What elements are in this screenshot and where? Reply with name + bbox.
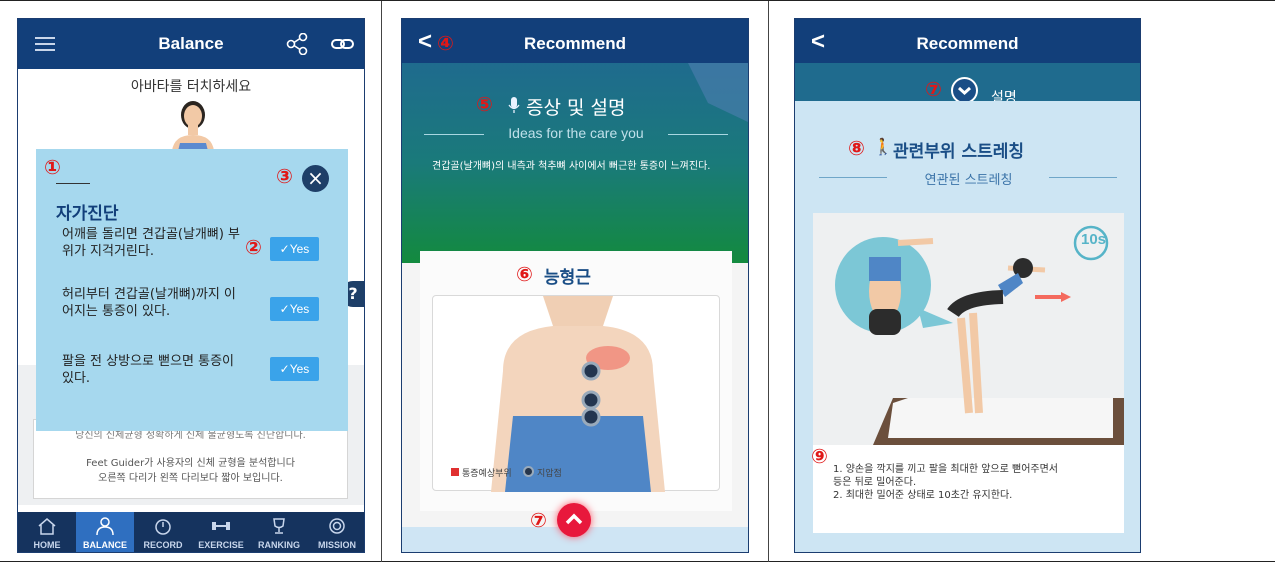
- trophy-icon: [273, 518, 285, 534]
- badge-underline: [56, 183, 90, 184]
- page-title: Balance: [158, 34, 224, 53]
- result-card: 당신의 신체균형 정확하게 신체 불균형도록 진단합니다. Feet Guide…: [33, 419, 348, 499]
- stretch-panel: ⑧ 🚶 관련부위 스트레칭 연관된 스트레칭 10s ⑨ 1. 양손을 깍지를 …: [795, 101, 1140, 552]
- badge-6: ⑥: [516, 262, 533, 286]
- result-line-1: Feet Guider가 사용자의 신체 균형을 분석합니다: [86, 458, 295, 469]
- badge-7: ⑦: [530, 508, 547, 532]
- target-icon: [329, 518, 345, 534]
- person-icon: [96, 517, 114, 535]
- body-illustration-frame: 통증예상부위 지압점: [432, 295, 720, 492]
- nav-balance[interactable]: BALANCE: [76, 512, 134, 552]
- modal-title: 자가진단: [56, 204, 119, 224]
- share-icon[interactable]: [285, 33, 309, 55]
- nav-mission[interactable]: MISSION: [308, 512, 364, 552]
- screenshot-stage: Balance 아바타를 터치하세요 당신의 신체균형 정확하게 신체 불균형도…: [0, 0, 1275, 562]
- nav-exercise[interactable]: EXERCISE: [192, 512, 250, 552]
- page-title: Recommend: [523, 34, 627, 53]
- symptom-description: 견갑골(날개뼈)의 내측과 척추뼈 사이에서 뻐근한 통증이 느껴진다.: [432, 161, 711, 172]
- walking-person-icon: 🚶: [873, 137, 893, 156]
- page-title: Recommend: [916, 34, 1019, 53]
- link-icon[interactable]: [331, 37, 355, 51]
- stretch-card: 10s ⑨ 1. 양손을 깍지를 끼고 팔을 최대한 앞으로 뻗어주면서 등은 …: [811, 213, 1124, 533]
- symptom-banner: ⑤ 증상 및 설명 Ideas for the care you 견갑골(날개뼈…: [402, 63, 748, 263]
- timer-label: 10s: [1081, 231, 1107, 248]
- acupoint-legend-swatch: [523, 466, 534, 477]
- stretch-title: 관련부위 스트레칭: [893, 142, 1025, 162]
- yes-button-1[interactable]: ✓Yes: [270, 237, 319, 261]
- divider-1: [381, 1, 382, 562]
- self-diagnosis-modal: ① ③ × 자가진단 어깨를 돌리면 견갑골(날개뼈) 부위가 지걱거린다. ②…: [36, 149, 348, 431]
- yes-button-2[interactable]: ✓Yes: [270, 297, 319, 321]
- stopwatch-icon: [155, 519, 171, 535]
- avatar[interactable]: [168, 95, 218, 151]
- section-title: 증상 및 설명: [526, 97, 626, 119]
- nav-ranking[interactable]: RANKING: [250, 512, 308, 552]
- expand-up-button[interactable]: [557, 503, 591, 537]
- divider-2: [768, 1, 769, 562]
- close-icon[interactable]: ×: [302, 165, 329, 192]
- recommend-stretch-screen: < Recommend 설명 ⑦ ⑧ 🚶 관련부위 스트레칭 연관된 스트레칭: [794, 18, 1141, 553]
- yes-button-3[interactable]: ✓Yes: [270, 357, 319, 381]
- home-icon: [38, 518, 56, 535]
- muscle-title: 능형근: [544, 268, 591, 288]
- recommend-header: < ④ Recommend: [402, 19, 748, 69]
- pain-legend-swatch: [451, 468, 459, 476]
- badge-8: ⑧: [848, 136, 865, 160]
- decor-polygon: [688, 63, 748, 123]
- rule-right: [1049, 177, 1117, 178]
- question-1: 어깨를 돌리면 견갑골(날개뼈) 부위가 지걱거린다.: [62, 227, 241, 259]
- instruction-1: 1. 양손을 깍지를 끼고 팔을 최대한 앞으로 뻗어주면서: [833, 464, 1058, 475]
- stretch-subtitle: 연관된 스트레칭: [924, 173, 1013, 188]
- rule-right: [668, 134, 728, 135]
- instruction-2: 2. 최대한 밀어준 상태로 10초간 유지한다.: [833, 490, 1013, 501]
- badge-1: ①: [44, 155, 61, 179]
- instruction-1b: 등은 뒤로 밀어준다.: [833, 477, 917, 488]
- touch-prompt: 아바타를 터치하세요: [130, 79, 252, 95]
- result-line-2: 오른쪽 다리가 왼쪽 다리보다 짧아 보입니다.: [98, 473, 283, 484]
- collapse-down-button[interactable]: [951, 77, 978, 104]
- stretch-illustration: [813, 213, 1124, 445]
- badge-5: ⑤: [476, 92, 493, 116]
- badge-3: ③: [276, 164, 293, 188]
- nav-record[interactable]: RECORD: [134, 512, 192, 552]
- question-3: 팔을 전 상방으로 뻗으면 통증이 있다.: [62, 354, 235, 386]
- chevron-down-icon: [957, 86, 972, 96]
- question-2: 허리부터 견갑골(날개뼈)까지 이어지는 통증이 있다.: [62, 287, 236, 319]
- recommend-header: < Recommend: [795, 19, 1140, 69]
- badge-7-ref: ⑦: [925, 77, 942, 101]
- back-illustration: [491, 296, 665, 492]
- badge-2: ②: [245, 235, 262, 259]
- recommend-symptom-screen: < ④ Recommend ⑤ 증상 및 설명 Ideas for the ca…: [401, 18, 749, 553]
- muscle-card: ⑥ 능형근 통증예상부위 지압점: [420, 251, 732, 511]
- nav-home[interactable]: HOME: [18, 512, 76, 552]
- acupoint-legend-label: 지압점: [537, 469, 562, 479]
- balance-header: Balance: [18, 19, 364, 69]
- badge-9: ⑨: [811, 444, 828, 468]
- microphone-icon: [508, 97, 520, 113]
- balance-screen: Balance 아바타를 터치하세요 당신의 신체균형 정확하게 신체 불균형도…: [17, 18, 365, 553]
- pain-legend-label: 통증예상부위: [462, 469, 512, 479]
- dumbbell-icon: [212, 522, 230, 530]
- chevron-up-icon: [565, 513, 583, 525]
- section-subtitle: Ideas for the care you: [508, 125, 644, 141]
